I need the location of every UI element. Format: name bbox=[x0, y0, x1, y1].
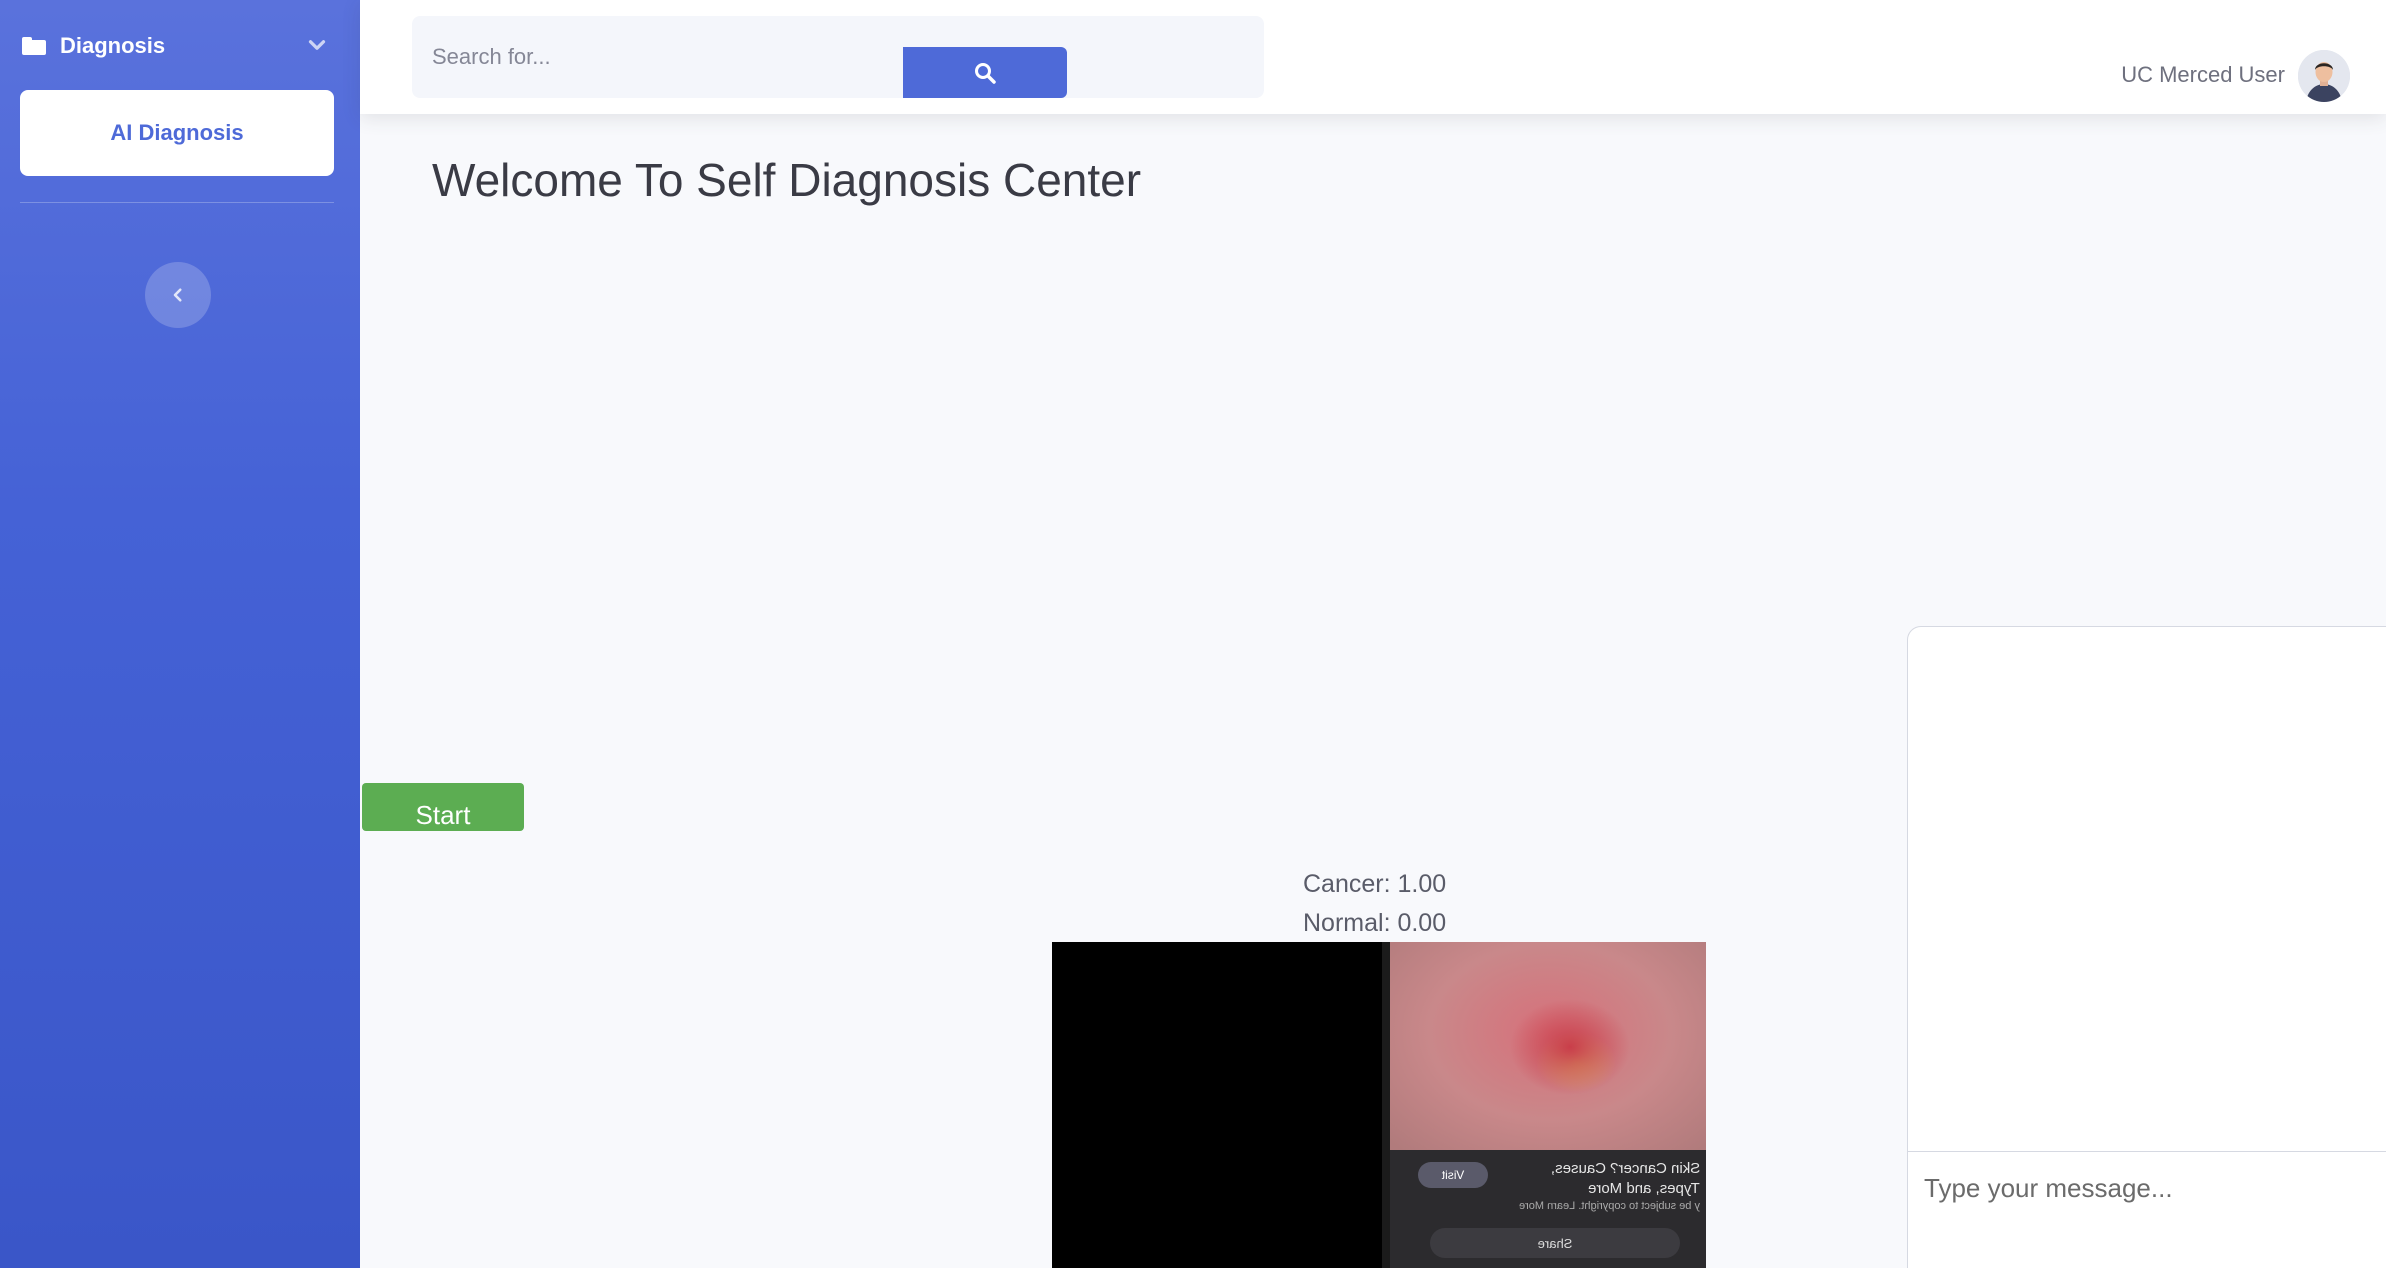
chevron-down-icon bbox=[308, 40, 326, 50]
video-caption-line1: Skin Cancer? Causes, bbox=[1550, 1160, 1700, 1177]
chat-message-input[interactable] bbox=[1908, 1151, 2386, 1225]
app-window: Diagnosis AI Diagnosis UC Merced User bbox=[0, 0, 2386, 1268]
sidebar: Diagnosis AI Diagnosis bbox=[0, 0, 360, 1268]
topbar: UC Merced User bbox=[360, 0, 2386, 114]
prediction-cancer: Cancer: 1.00 bbox=[1303, 870, 1447, 898]
phone-screen: Visit Skin Cancer? Causes, Types, and Mo… bbox=[1390, 942, 1706, 1268]
prediction-normal: Normal: 0.00 bbox=[1303, 909, 1447, 937]
chat-messages bbox=[1908, 627, 2386, 1151]
video-caption-line2: Types, and More bbox=[1588, 1180, 1700, 1197]
search-button[interactable] bbox=[903, 47, 1067, 98]
page-title: Welcome To Self Diagnosis Center bbox=[432, 154, 1142, 206]
video-share-pill: Share bbox=[1430, 1228, 1680, 1258]
sidebar-item-ai-diagnosis[interactable]: AI Diagnosis bbox=[20, 90, 334, 176]
user-avatar-icon[interactable] bbox=[2298, 50, 2350, 102]
user-name[interactable]: UC Merced User bbox=[2121, 62, 2285, 88]
skin-lesion-image bbox=[1390, 942, 1706, 1150]
sidebar-divider bbox=[20, 202, 334, 203]
phone-edge bbox=[1382, 942, 1390, 1268]
chevron-left-icon bbox=[173, 288, 182, 302]
webcam-video-feed: Visit Skin Cancer? Causes, Types, and Mo… bbox=[1052, 942, 1706, 1268]
search-input[interactable] bbox=[412, 16, 1264, 98]
start-button[interactable]: Start bbox=[362, 783, 524, 831]
video-caption-line3: y be subject to copyright. Learn More bbox=[1519, 1200, 1700, 1212]
sidebar-section-label: Diagnosis bbox=[60, 33, 166, 58]
folder-icon bbox=[22, 37, 46, 55]
search-icon bbox=[975, 62, 996, 84]
sidebar-section-diagnosis[interactable]: Diagnosis bbox=[22, 30, 338, 62]
sidebar-toggle-button[interactable] bbox=[145, 262, 211, 328]
chat-panel bbox=[1907, 626, 2386, 1268]
visit-pill: Visit bbox=[1418, 1162, 1488, 1188]
